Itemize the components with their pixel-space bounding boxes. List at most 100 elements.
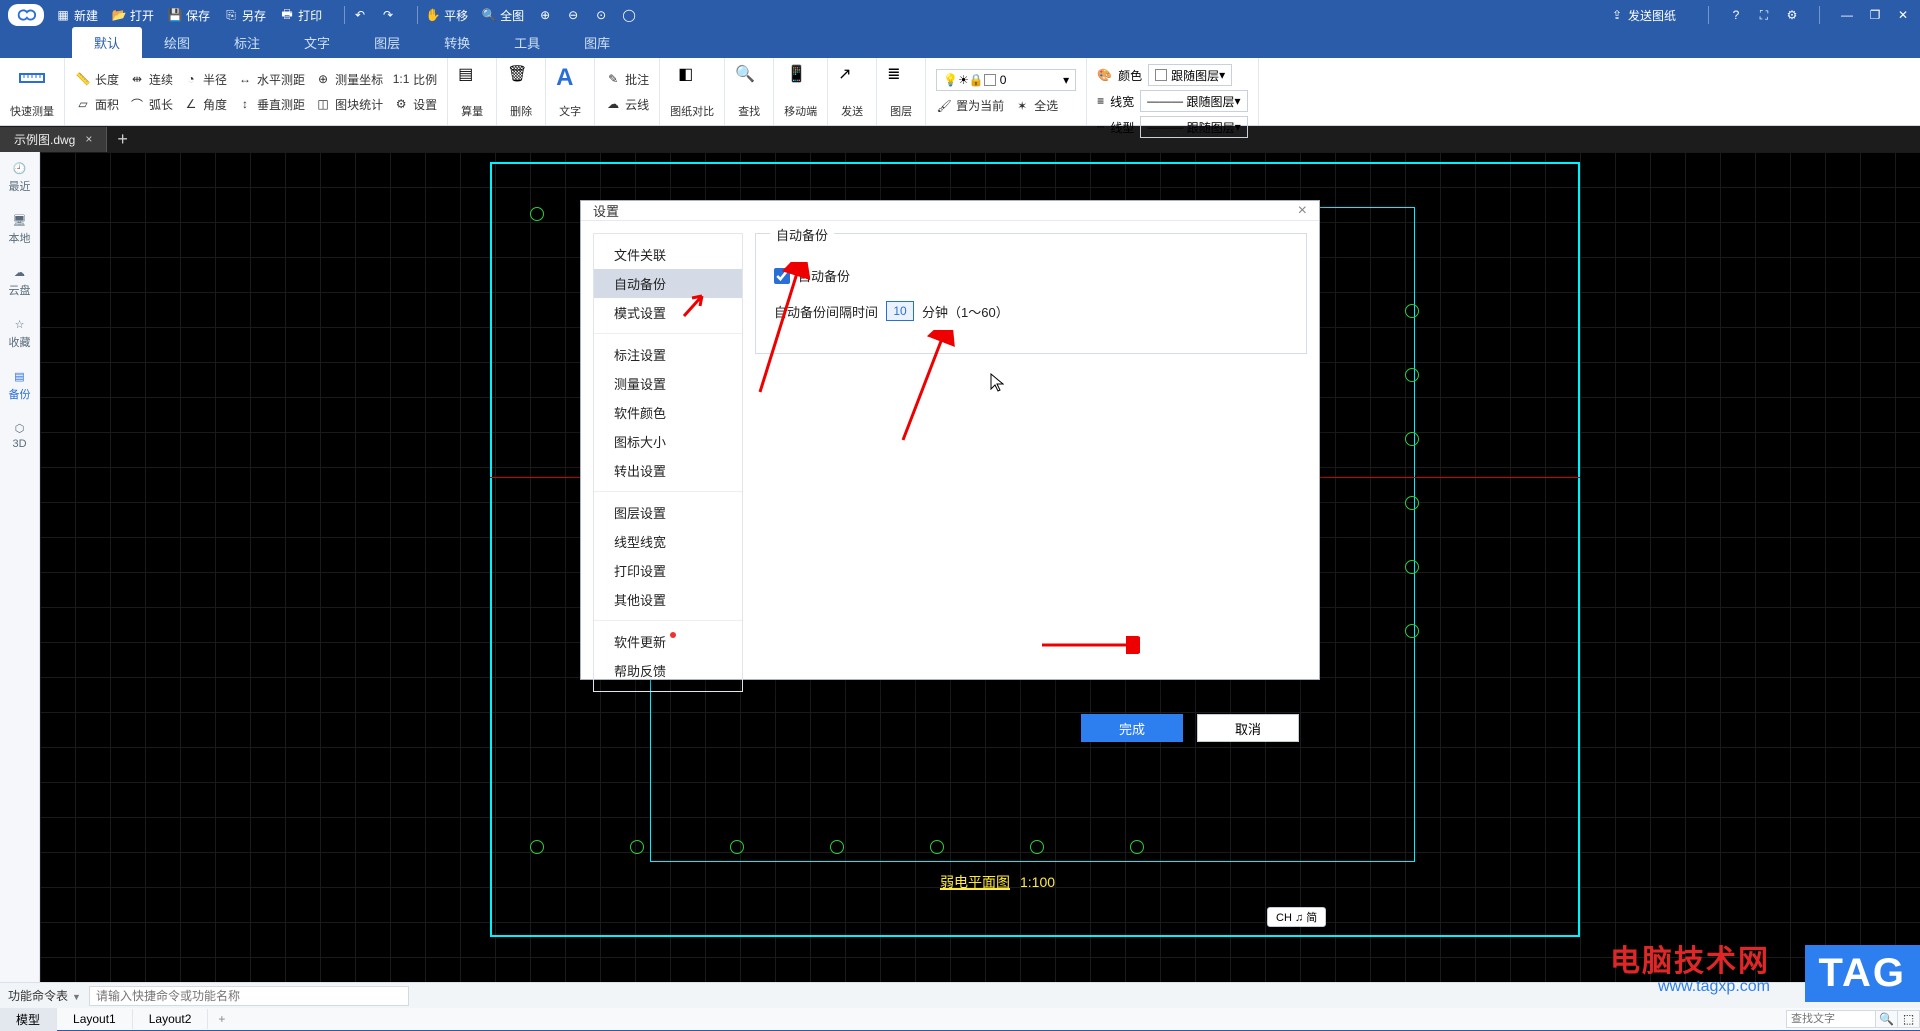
arc-button[interactable]: ⌒弧长: [129, 96, 173, 113]
tab-text[interactable]: 文字: [282, 27, 352, 58]
sidebar-item-color[interactable]: 软件颜色: [594, 398, 742, 427]
nav-fav[interactable]: ☆收藏: [9, 308, 31, 360]
vdist-button[interactable]: ↕垂直测距: [237, 96, 305, 113]
angle-button[interactable]: ∠角度: [183, 96, 227, 113]
status-toggle[interactable]: ⬚: [1898, 1010, 1920, 1028]
autobackup-checkbox[interactable]: [774, 268, 790, 284]
find-text-input[interactable]: [1786, 1010, 1876, 1028]
new-button[interactable]: ▦新建: [56, 7, 98, 24]
ok-button[interactable]: 完成: [1081, 714, 1183, 742]
sidebar-item-iconsize[interactable]: 图标大小: [594, 427, 742, 456]
lw-dropdown[interactable]: ——— 跟随图层▾: [1140, 90, 1247, 112]
tab-convert[interactable]: 转换: [422, 27, 492, 58]
autobackup-label: 自动备份: [798, 266, 850, 285]
area-button[interactable]: ▱面积: [75, 96, 119, 113]
add-tab-button[interactable]: +: [107, 129, 138, 150]
send-drawing-button[interactable]: ⇪发送图纸: [1610, 7, 1676, 24]
sidebar-item-help[interactable]: 帮助反馈: [594, 656, 742, 685]
fit-button[interactable]: 🔍全图: [482, 7, 524, 24]
setcurrent-button[interactable]: 🖌置为当前: [936, 97, 1004, 114]
area-icon: ▱: [75, 96, 91, 112]
search-small-icon: 🔍: [1879, 1012, 1894, 1026]
redo-button[interactable]: ↷: [381, 8, 395, 22]
zoom-in-button[interactable]: ⊕: [538, 8, 552, 22]
tab-default[interactable]: 默认: [72, 27, 142, 58]
sidebar-item-export[interactable]: 转出设置: [594, 456, 742, 485]
sidebar-item-assoc[interactable]: 文件关联: [594, 240, 742, 269]
sidebar-item-layerset[interactable]: 图层设置: [594, 498, 742, 527]
command-label[interactable]: 功能命令表▼: [0, 987, 89, 1004]
dialog-close-icon[interactable]: ×: [1298, 202, 1307, 220]
selall-button[interactable]: ✶全选: [1014, 97, 1058, 114]
scale-button[interactable]: 1:1比例: [393, 71, 437, 88]
cancel-button[interactable]: 取消: [1197, 714, 1299, 742]
settings-button[interactable]: ⚙: [1783, 6, 1801, 24]
tab-library[interactable]: 图库: [562, 27, 632, 58]
undo-button[interactable]: ↶: [353, 8, 367, 22]
text-big-button[interactable]: A文字: [546, 58, 595, 125]
file-tabs: 示例图.dwg× +: [0, 126, 1920, 152]
nav-3d[interactable]: ⬡3D: [12, 412, 26, 460]
saveas-button[interactable]: ⎘另存: [224, 7, 266, 24]
maximize-button[interactable]: ❐: [1866, 6, 1884, 24]
sidebar-item-mode[interactable]: 模式设置: [594, 298, 742, 327]
sidebar-item-meas[interactable]: 测量设置: [594, 369, 742, 398]
delete-button[interactable]: 🗑删除: [497, 58, 546, 125]
fullscreen-button[interactable]: ⛶: [1755, 6, 1773, 24]
find-text-button[interactable]: 🔍: [1876, 1010, 1898, 1028]
settings-ribbon-button[interactable]: ⚙设置: [393, 96, 437, 113]
quick-measure-button[interactable]: 快速测量: [0, 58, 65, 125]
layer-dropdown[interactable]: 💡☀🔒 0▾: [936, 69, 1076, 91]
help-button[interactable]: ?: [1727, 6, 1745, 24]
radius-button[interactable]: ◔半径: [183, 71, 227, 88]
open-button[interactable]: 📂打开: [112, 7, 154, 24]
zoom-out-button[interactable]: ⊖: [566, 8, 580, 22]
close-tab-icon[interactable]: ×: [85, 132, 92, 146]
nav-recent[interactable]: 🕘最近: [9, 152, 31, 204]
send-button[interactable]: ↗发送: [828, 58, 877, 125]
close-button[interactable]: ✕: [1894, 6, 1912, 24]
continuous-button[interactable]: ⇹连续: [129, 71, 173, 88]
zoom-win-button[interactable]: ⊙: [594, 8, 608, 22]
hdist-button[interactable]: ↔水平测距: [237, 71, 305, 88]
layers-button[interactable]: ≣图层: [877, 58, 926, 125]
text-icon: A: [556, 64, 584, 92]
tab-tools[interactable]: 工具: [492, 27, 562, 58]
nav-local[interactable]: 🖥本地: [9, 204, 31, 256]
save-button[interactable]: 💾保存: [168, 7, 210, 24]
blkstat-button[interactable]: ◫图块统计: [315, 96, 383, 113]
minimize-button[interactable]: —: [1838, 6, 1856, 24]
layout-2[interactable]: Layout2: [133, 1009, 209, 1029]
interval-label: 自动备份间隔时间: [774, 302, 878, 321]
lt-dropdown[interactable]: ——— 跟随图层▾: [1140, 116, 1247, 138]
file-tab[interactable]: 示例图.dwg×: [0, 127, 107, 152]
length-button[interactable]: 📏长度: [75, 71, 119, 88]
print-button[interactable]: 🖶打印: [280, 7, 322, 24]
sidebar-item-ltlw[interactable]: 线型线宽: [594, 527, 742, 556]
sidebar-item-autobackup[interactable]: 自动备份: [594, 269, 742, 298]
nav-cloud[interactable]: ☁云盘: [9, 256, 31, 308]
add-layout-button[interactable]: +: [208, 1012, 235, 1026]
pan-button[interactable]: ✋平移: [426, 7, 468, 24]
color-dropdown[interactable]: 跟随图层▾: [1148, 64, 1232, 86]
layout-model[interactable]: 模型: [0, 1008, 57, 1031]
command-input[interactable]: [89, 986, 409, 1006]
sidebar-item-print[interactable]: 打印设置: [594, 556, 742, 585]
sidebar-item-anno[interactable]: 标注设置: [594, 340, 742, 369]
calc-button[interactable]: ▤算量: [448, 58, 497, 125]
cloud-button[interactable]: ☁云线: [605, 96, 649, 113]
tab-annotate[interactable]: 标注: [212, 27, 282, 58]
zoom-ext-button[interactable]: ◯: [622, 8, 636, 22]
layout-1[interactable]: Layout1: [57, 1009, 133, 1029]
tab-draw[interactable]: 绘图: [142, 27, 212, 58]
tab-layer[interactable]: 图层: [352, 27, 422, 58]
coord-button[interactable]: ⊕测量坐标: [315, 71, 383, 88]
mobile-button[interactable]: 📱移动端: [774, 58, 828, 125]
find-button[interactable]: 🔍查找: [725, 58, 774, 125]
anno-button[interactable]: ✎批注: [605, 71, 649, 88]
sidebar-item-other[interactable]: 其他设置: [594, 585, 742, 614]
nav-backup[interactable]: ▤备份: [9, 360, 31, 412]
interval-input[interactable]: [886, 301, 914, 321]
sidebar-item-update[interactable]: 软件更新: [594, 627, 742, 656]
compare-button[interactable]: ◧图纸对比: [660, 58, 725, 125]
